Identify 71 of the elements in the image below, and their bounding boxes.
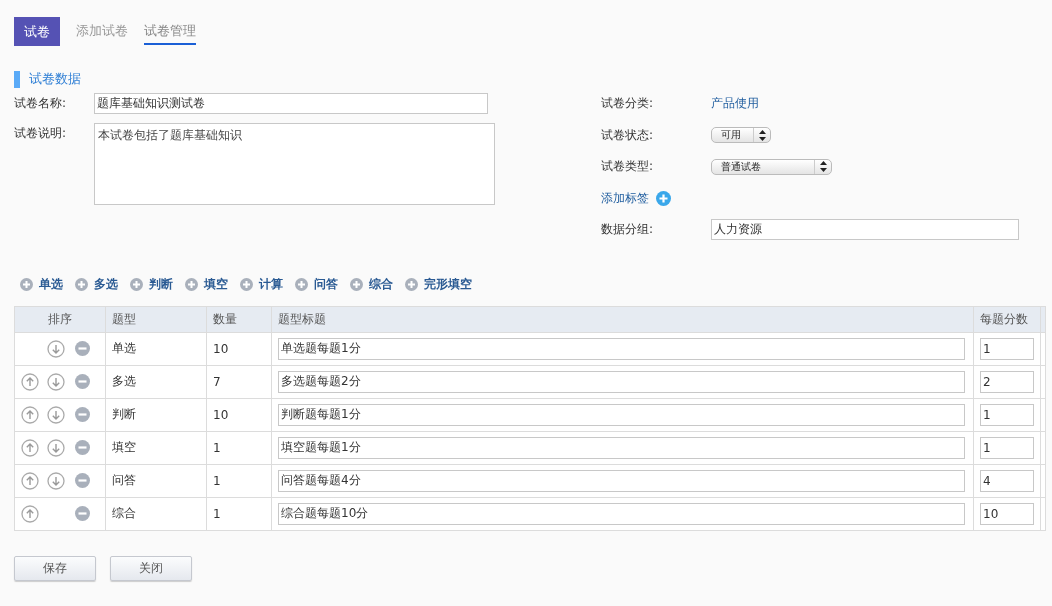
group-input-field[interactable]: 人力资源 xyxy=(711,219,1019,240)
column-header: 排序 xyxy=(48,311,72,326)
minus-icon[interactable] xyxy=(74,374,90,389)
title-input-field[interactable]: 多选题每题2分 xyxy=(278,370,965,393)
table-cell: 问答 xyxy=(112,473,136,487)
field-label: 试卷名称: xyxy=(14,95,68,112)
table-cell: 1 xyxy=(213,506,221,521)
add-question-type-link[interactable]: 填空 xyxy=(204,275,228,293)
add-question-type-link[interactable]: 判断 xyxy=(149,275,173,293)
table-cell: 10 xyxy=(213,341,229,356)
close-button[interactable]: 关闭 xyxy=(110,555,192,581)
plus-icon[interactable] xyxy=(656,190,671,206)
field-label: 试卷状态: xyxy=(601,126,655,144)
score-input-field[interactable]: 1 xyxy=(980,337,1034,360)
status-select[interactable]: 可用 xyxy=(711,127,771,143)
type-select[interactable]: 普通试卷 xyxy=(711,158,832,175)
plus-icon[interactable] xyxy=(405,277,418,291)
plus-icon[interactable] xyxy=(130,277,143,291)
score-input-field[interactable]: 2 xyxy=(980,370,1034,393)
add-question-type-link[interactable]: 综合 xyxy=(369,275,393,293)
add-tag-link[interactable]: 添加标签 xyxy=(601,189,649,207)
title-input-field[interactable]: 单选题每题1分 xyxy=(278,337,965,360)
add-question-type-link[interactable]: 问答 xyxy=(314,275,338,293)
column-header: 数量 xyxy=(213,311,237,326)
tab[interactable]: 试卷 xyxy=(14,17,60,46)
table-cell: 10 xyxy=(213,407,229,422)
table-cell: 填空 xyxy=(112,440,136,454)
field-label: 试卷分类: xyxy=(601,95,655,112)
column-header: 题型标题 xyxy=(278,311,326,326)
add-question-type-link[interactable]: 多选 xyxy=(94,275,118,293)
field-label: 试卷说明: xyxy=(14,125,68,142)
plus-icon[interactable] xyxy=(185,277,198,291)
plus-icon[interactable] xyxy=(240,277,253,291)
column-header: 每题分数 xyxy=(980,311,1028,326)
field-label: 数据分组: xyxy=(601,221,655,238)
score-input-field[interactable]: 1 xyxy=(980,436,1034,459)
score-input-field[interactable]: 4 xyxy=(980,469,1034,492)
name-input-field[interactable]: 题库基础知识测试卷 xyxy=(94,93,488,114)
minus-icon[interactable] xyxy=(74,407,90,422)
table-cell: 7 xyxy=(213,374,221,389)
field-label: 试卷类型: xyxy=(601,158,655,175)
save-button[interactable]: 保存 xyxy=(14,555,96,581)
table-cell: 多选 xyxy=(112,374,136,388)
table-cell: 综合 xyxy=(112,506,136,520)
section-title: 试卷数据 xyxy=(29,70,81,88)
add-question-type-link[interactable]: 计算 xyxy=(259,275,283,293)
minus-icon[interactable] xyxy=(74,341,90,356)
title-input-field[interactable]: 填空题每题1分 xyxy=(278,436,965,459)
column-header: 题型 xyxy=(112,311,136,326)
table-cell: 判断 xyxy=(112,407,136,421)
title-input-field[interactable]: 问答题每题4分 xyxy=(278,469,965,492)
description-textarea[interactable]: 本试卷包括了题库基础知识 xyxy=(94,123,495,205)
tab[interactable]: 试卷管理 xyxy=(144,18,196,45)
minus-icon[interactable] xyxy=(74,506,90,521)
section-marker xyxy=(14,70,20,88)
add-question-type-link[interactable]: 完形填空 xyxy=(424,275,472,293)
add-question-type-link[interactable]: 单选 xyxy=(39,275,63,293)
plus-icon[interactable] xyxy=(20,277,33,291)
score-input-field[interactable]: 1 xyxy=(980,403,1034,426)
minus-icon[interactable] xyxy=(74,440,90,455)
table-cell: 单选 xyxy=(112,341,136,355)
table-cell: 1 xyxy=(213,440,221,455)
score-input-field[interactable]: 10 xyxy=(980,502,1034,525)
plus-icon[interactable] xyxy=(295,277,308,291)
plus-icon[interactable] xyxy=(350,277,363,291)
title-input-field[interactable]: 综合题每题10分 xyxy=(278,502,965,525)
minus-icon[interactable] xyxy=(74,473,90,488)
plus-icon[interactable] xyxy=(75,277,88,291)
title-input-field[interactable]: 判断题每题1分 xyxy=(278,403,965,426)
category-value: 产品使用 xyxy=(711,95,759,112)
table-cell: 1 xyxy=(213,473,221,488)
